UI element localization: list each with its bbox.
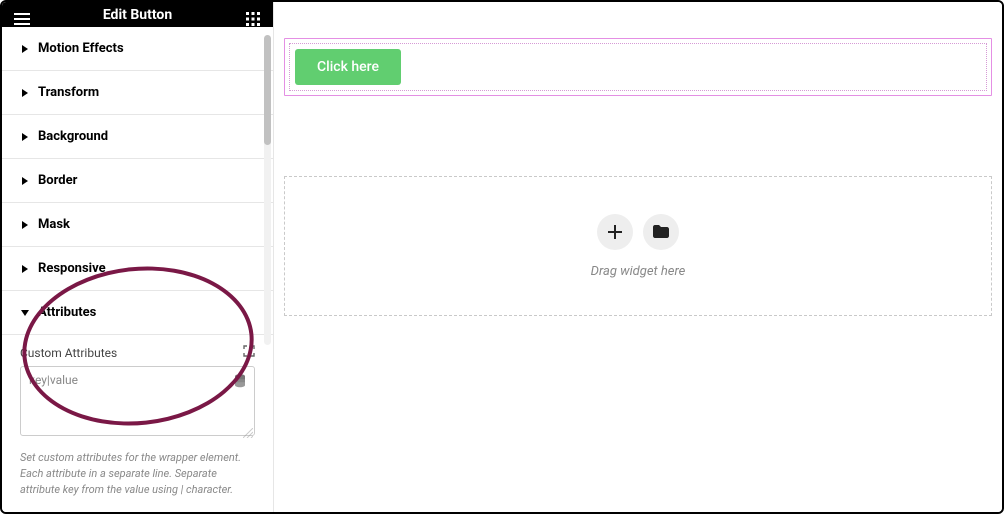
- panel-label: Transform: [38, 85, 99, 100]
- hamburger-icon: [14, 13, 30, 25]
- panel-transform[interactable]: Transform: [2, 71, 273, 115]
- attributes-body: Custom Attributes Set custom attributes …: [2, 335, 273, 512]
- caret-right-icon: [20, 265, 30, 273]
- caret-right-icon: [20, 221, 30, 229]
- menu-button[interactable]: [8, 2, 36, 35]
- panel-label: Background: [38, 129, 108, 144]
- caret-down-icon: [20, 310, 30, 316]
- expand-icon[interactable]: [243, 345, 255, 360]
- custom-attributes-label: Custom Attributes: [20, 346, 117, 360]
- panel-responsive[interactable]: Responsive: [2, 247, 273, 291]
- panel-motion-effects[interactable]: Motion Effects: [2, 27, 273, 71]
- database-icon: [234, 374, 246, 388]
- panel-mask[interactable]: Mask: [2, 203, 273, 247]
- panel-attributes[interactable]: Attributes: [2, 291, 273, 335]
- panel-label: Attributes: [38, 305, 96, 320]
- selected-section[interactable]: Click here: [284, 38, 992, 96]
- plus-icon: [608, 225, 622, 239]
- panel-label: Mask: [38, 217, 70, 232]
- editor-canvas: Click here Drag widget here: [274, 2, 1002, 512]
- custom-attributes-textarea[interactable]: [20, 366, 255, 436]
- custom-attributes-label-row: Custom Attributes: [20, 345, 255, 360]
- add-section-button[interactable]: [597, 214, 633, 250]
- button-widget[interactable]: Click here: [295, 49, 401, 85]
- panel-label: Border: [38, 173, 77, 188]
- custom-attributes-field-wrap: [20, 366, 255, 440]
- sidebar-header: Edit Button: [2, 2, 273, 27]
- canvas-inner: Click here Drag widget here: [274, 2, 1002, 326]
- custom-attributes-help: Set custom attributes for the wrapper el…: [20, 450, 255, 498]
- caret-right-icon: [20, 45, 30, 53]
- selected-column[interactable]: Click here: [289, 43, 987, 91]
- panel-label: Motion Effects: [38, 41, 124, 56]
- template-library-button[interactable]: [643, 214, 679, 250]
- dropzone-actions: [597, 214, 679, 250]
- caret-right-icon: [20, 89, 30, 97]
- folder-icon: [653, 225, 669, 238]
- app-root: Edit Button Motion Effects Transform Bac…: [0, 0, 1004, 514]
- caret-right-icon: [20, 177, 30, 185]
- panel-label: Responsive: [38, 261, 106, 276]
- dropzone-hint: Drag widget here: [591, 264, 686, 279]
- panel-border[interactable]: Border: [2, 159, 273, 203]
- apps-grid-icon: [246, 12, 260, 26]
- panel-background[interactable]: Background: [2, 115, 273, 159]
- sidebar-scrollbar[interactable]: [264, 35, 271, 345]
- caret-right-icon: [20, 133, 30, 141]
- dynamic-tags-button[interactable]: [231, 372, 249, 390]
- empty-section-dropzone[interactable]: Drag widget here: [284, 176, 992, 316]
- sidebar-scrollbar-thumb[interactable]: [264, 35, 271, 145]
- sidebar-title: Edit Button: [103, 7, 172, 23]
- widgets-panel-button[interactable]: [239, 2, 267, 35]
- panel-list: Motion Effects Transform Background Bord…: [2, 27, 273, 335]
- editor-sidebar: Edit Button Motion Effects Transform Bac…: [2, 2, 274, 512]
